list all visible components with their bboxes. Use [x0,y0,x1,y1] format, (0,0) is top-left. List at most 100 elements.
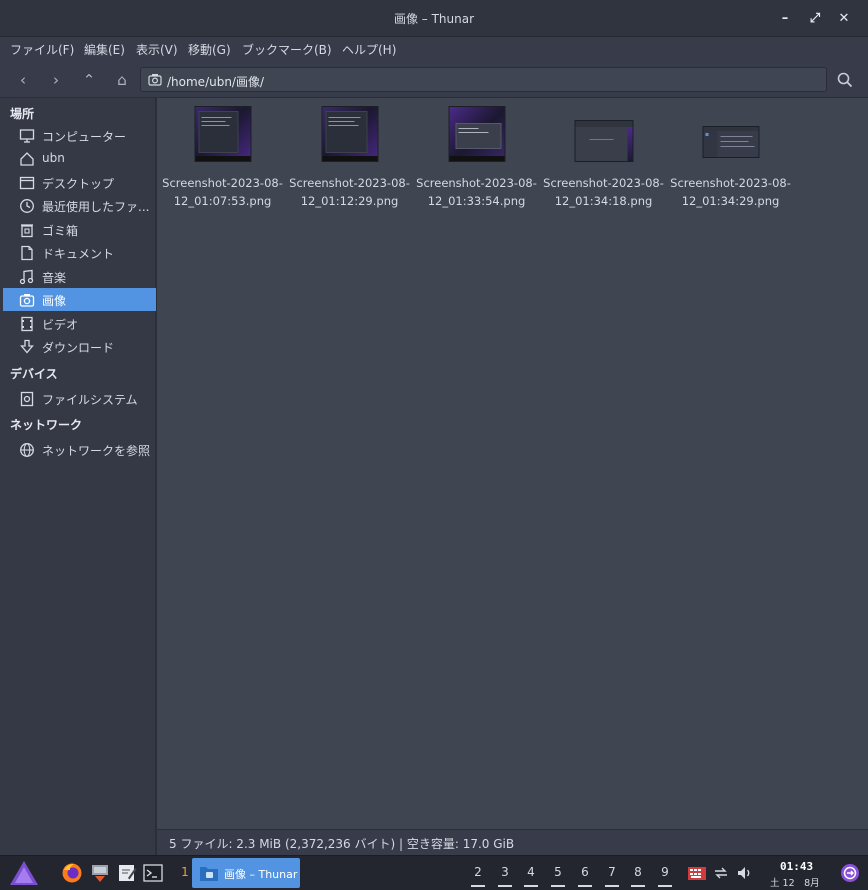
menu-edit[interactable]: 編集(E) [84,41,125,58]
sidebar-item-downloads[interactable]: ダウンロード [3,335,156,358]
file-thumbnail [702,126,759,158]
music-icon [19,269,34,285]
workspace-indicator [605,885,619,887]
workspace-indicator [658,885,672,887]
file-name: Screenshot-2023-08- 12_01:34:29.png [670,176,791,208]
sidebar-item-network[interactable]: ネットワークを参照 [3,438,156,461]
file-item[interactable]: Screenshot-2023-08- 12_01:34:18.png [541,106,666,208]
workspace-4[interactable]: 4 [524,865,538,879]
status-bar: 5 ファイル: 2.3 MiB (2,372,236 バイト) | 空き容量: … [157,829,868,855]
file-item[interactable]: Screenshot-2023-08- 12_01:34:29.png [668,106,793,208]
file-thumbnail [448,106,505,162]
download-icon [20,339,34,354]
close-button[interactable]: ✕ [834,9,854,29]
file-name: Screenshot-2023-08- 12_01:34:18.png [543,176,664,208]
up-button[interactable]: ⌃ [78,69,100,91]
workspace-5[interactable]: 5 [551,865,565,879]
keyboard-icon[interactable] [687,863,707,883]
network-heading: ネットワーク [10,418,83,432]
sidebar-item-documents[interactable]: ドキュメント [3,241,156,264]
text-editor-icon[interactable] [116,862,138,884]
workspace-2[interactable]: 2 [471,865,485,879]
sidebar-item-label: ダウンロード [42,341,115,355]
file-view[interactable]: Screenshot-2023-08- 12_01:07:53.png Scree… [157,98,868,829]
task-thunar[interactable]: 画像 – Thunar [192,858,300,888]
workspace-indicator [631,885,645,887]
file-name: Screenshot-2023-08- 12_01:33:54.png [416,176,537,208]
file-thumbnail [194,106,251,162]
sidebar-item-label: ファイルシステム [42,393,138,407]
status-text: 5 ファイル: 2.3 MiB (2,372,236 バイト) | 空き容量: … [169,837,515,851]
workspace-3[interactable]: 3 [498,865,512,879]
sidebar-item-music[interactable]: 音楽 [3,265,156,288]
sidebar-item-pictures[interactable]: 画像 [3,288,156,311]
workspace-indicator [551,885,565,887]
camera-icon [19,294,35,307]
forward-button[interactable]: › [45,69,67,91]
file-thumbnail [574,120,633,162]
sidebar-item-label: デスクトップ [42,177,115,191]
menu-view[interactable]: 表示(V) [136,41,178,58]
menu-help[interactable]: ヘルプ(H) [342,41,396,58]
sidebar-item-videos[interactable]: ビデオ [3,312,156,335]
sidebar-item-label: ドキュメント [42,247,115,261]
sidebar-item-trash[interactable]: ゴミ箱 [3,218,156,241]
sidebar-item-desktop[interactable]: デスクトップ [3,171,156,194]
trash-icon [21,224,33,238]
workspace-9[interactable]: 9 [658,865,672,879]
sidebar-item-label: ゴミ箱 [42,224,79,238]
location-bar[interactable]: /home/ubn/画像/ [140,67,827,92]
firefox-icon[interactable] [61,862,83,884]
maximize-button[interactable]: ⤢ [805,9,825,29]
file-item[interactable]: Screenshot-2023-08- 12_01:12:29.png [287,106,412,208]
file-manager-icon[interactable] [89,862,111,884]
camera-icon [148,74,162,86]
clock-time[interactable]: 01:43 [780,860,813,873]
drive-icon [20,391,34,407]
menu-bar: ファイル(F) 編集(E) 表示(V) 移動(G) ブックマーク(B) ヘルプ(… [0,37,868,61]
search-icon[interactable] [836,71,854,89]
app-menu-icon[interactable] [9,860,39,886]
volume-icon[interactable] [736,864,754,882]
workspace-8[interactable]: 8 [631,865,645,879]
home-button[interactable]: ⌂ [111,69,133,91]
sidebar: 場所 コンピューター ubn デスクトップ 最近使用したファ... ゴミ箱 ドキ… [0,98,156,855]
devices-heading: デバイス [10,367,58,381]
sidebar-item-label: 画像 [42,294,67,308]
video-icon [21,316,33,332]
network-status-icon[interactable] [712,864,730,882]
workspace-indicator [498,885,512,887]
workspace-1[interactable]: 1 [178,865,192,879]
workspace-7[interactable]: 7 [605,865,619,879]
workspace-indicator [471,885,485,887]
clock-date[interactable]: 土 12 8月 [770,875,820,889]
terminal-icon[interactable] [142,862,164,884]
back-button[interactable]: ‹ [12,69,34,91]
minimize-button[interactable]: – [775,9,795,29]
sidebar-item-recent[interactable]: 最近使用したファ... [3,194,156,217]
sidebar-item-label: コンピューター [42,130,127,144]
menu-bookmarks[interactable]: ブックマーク(B) [242,41,332,58]
file-name: Screenshot-2023-08- 12_01:07:53.png [162,176,283,208]
file-item[interactable]: Screenshot-2023-08- 12_01:07:53.png [160,106,285,208]
sidebar-item-filesystem[interactable]: ファイルシステム [3,387,156,410]
document-icon [21,245,33,261]
sidebar-item-label: ネットワークを参照 [42,444,151,458]
window-title: 画像 – Thunar [393,12,475,26]
file-item[interactable]: Screenshot-2023-08- 12_01:33:54.png [414,106,539,208]
menu-file[interactable]: ファイル(F) [10,41,74,58]
file-thumbnail [321,106,378,162]
workspace-6[interactable]: 6 [578,865,592,879]
sidebar-item-computer[interactable]: コンピューター [3,124,156,147]
sidebar-item-home[interactable]: ubn [3,147,156,170]
folder-icon [200,867,218,881]
logout-icon[interactable] [840,863,860,883]
sidebar-item-label: 音楽 [42,271,67,285]
sidebar-item-label: ビデオ [42,318,79,332]
desktop-icon [19,176,35,190]
file-name: Screenshot-2023-08- 12_01:12:29.png [289,176,410,208]
taskbar: 1 画像 – Thunar 2 3 4 5 6 7 8 9 01:43 土 12… [0,855,868,890]
recent-icon [20,199,34,213]
location-path[interactable]: /home/ubn/画像/ [167,73,264,90]
menu-go[interactable]: 移動(G) [188,41,231,58]
